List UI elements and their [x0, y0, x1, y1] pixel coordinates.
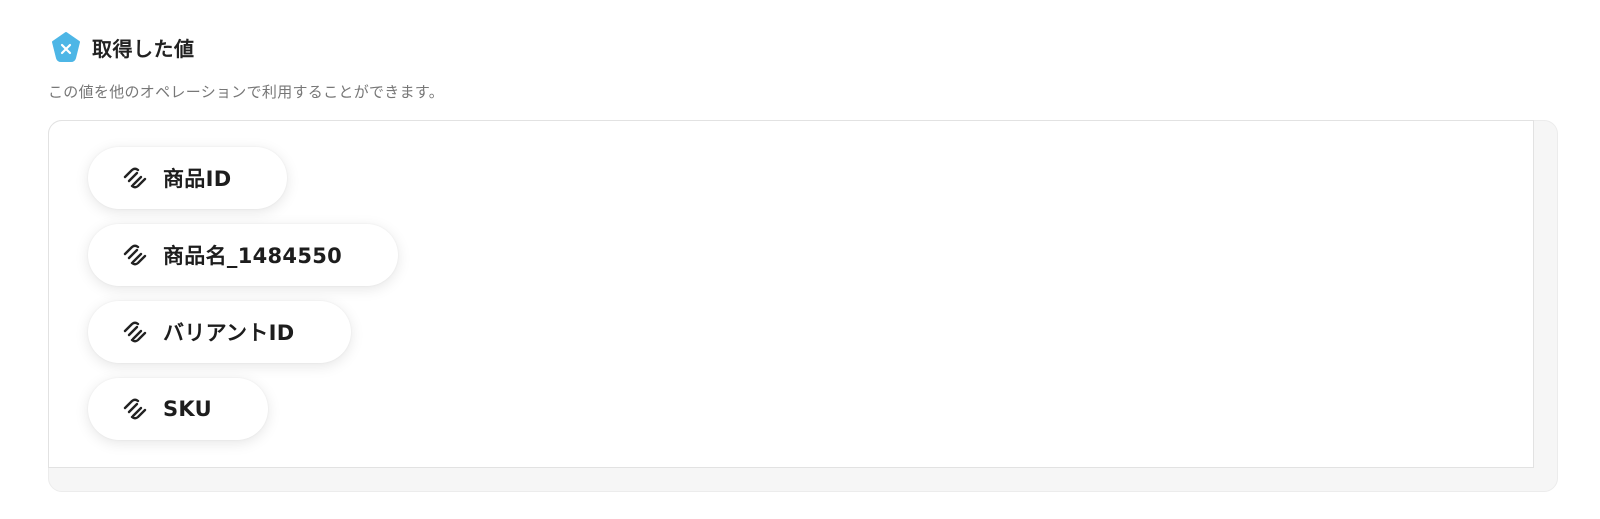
section-description: この値を他のオペレーションで利用することができます。 — [48, 83, 445, 101]
value-chip-label: バリアントID — [163, 321, 295, 345]
section-header: 取得した値 — [50, 31, 195, 63]
retrieved-values-section: 取得した値 この値を他のオペレーションで利用することができます。 商品ID 商品… — [0, 0, 1600, 519]
value-chip-label: 商品ID — [163, 167, 232, 191]
value-chip-list: 商品ID 商品名_1484550 バリアントID SKU — [88, 147, 399, 440]
section-title: 取得した値 — [92, 36, 195, 61]
squarespace-icon — [121, 397, 149, 421]
squarespace-icon — [121, 320, 149, 344]
value-chip-sku[interactable]: SKU — [88, 378, 268, 440]
squarespace-icon — [121, 166, 149, 190]
value-chip-label: 商品名_1484550 — [163, 244, 343, 268]
value-chip-product-name[interactable]: 商品名_1484550 — [88, 224, 399, 286]
squarespace-icon — [121, 243, 149, 267]
yoom-app-icon — [50, 31, 82, 63]
value-chip-variant-id[interactable]: バリアントID — [88, 301, 351, 363]
value-chip-product-id[interactable]: 商品ID — [88, 147, 288, 209]
value-chip-label: SKU — [163, 397, 212, 421]
